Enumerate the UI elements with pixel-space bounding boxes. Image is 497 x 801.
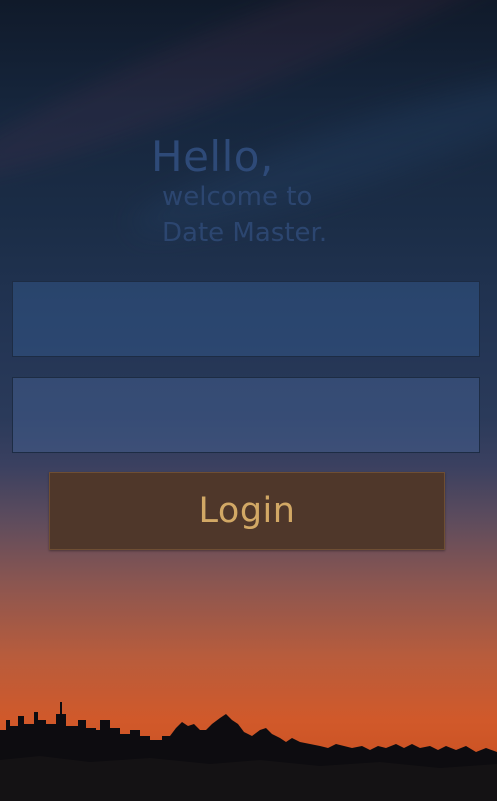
greeting-heading: Hello, (151, 132, 274, 181)
app-name-text: Date Master. (162, 218, 328, 248)
username-input[interactable] (12, 281, 480, 357)
welcome-text: welcome to (162, 182, 313, 212)
crescent-moon-icon (239, 93, 253, 108)
login-button[interactable]: Login (49, 472, 445, 550)
login-screen: Hello, welcome to Date Master. Login (0, 0, 497, 801)
password-input[interactable] (12, 377, 480, 453)
city-skyline-silhouette (0, 702, 497, 801)
